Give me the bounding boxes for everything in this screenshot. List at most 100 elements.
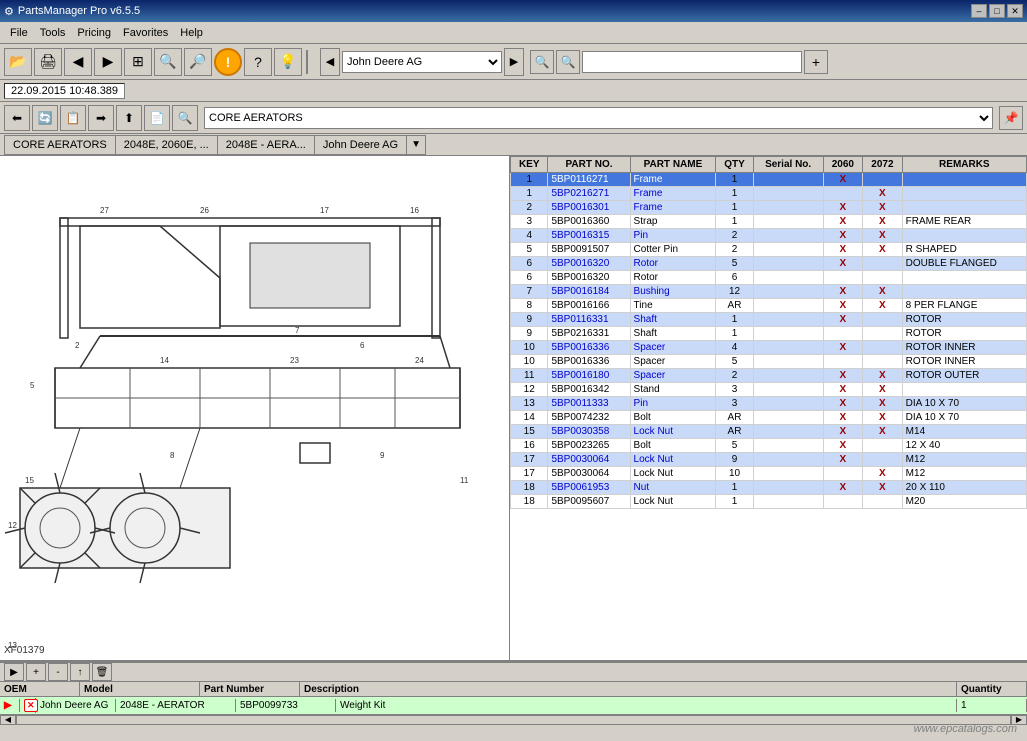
table-cell: 5BP0016342 [548,383,630,397]
table-cell [753,355,823,369]
search-btn-1[interactable]: 🔍 [530,50,554,74]
table-row[interactable]: 115BP0016180Spacer2XXROTOR OUTER [511,369,1027,383]
menu-tools[interactable]: Tools [34,25,72,41]
tb2-btn-4[interactable]: ➡ [88,105,114,131]
table-cell: Shaft [630,313,716,327]
toolbar-btn-zoom[interactable]: 🔍 [154,48,182,76]
tb2-btn-5[interactable]: ⬆ [116,105,142,131]
close-button[interactable]: ✕ [1007,4,1023,18]
toolbar-btn-print[interactable]: 🖨 [34,48,62,76]
add-button[interactable]: + [804,50,828,74]
toolbar-btn-back[interactable]: ◀ [64,48,92,76]
table-row[interactable]: 175BP0030064Lock Nut10XM12 [511,467,1027,481]
table-row[interactable]: 185BP0095607Lock Nut1M20 [511,495,1027,509]
table-row[interactable]: 15BP0116271Frame1X [511,173,1027,187]
tb2-btn-7[interactable]: 🔍 [172,105,198,131]
svg-text:6: 6 [360,341,365,350]
table-row[interactable]: 165BP0023265Bolt5X12 X 40 [511,439,1027,453]
toolbar-btn-light[interactable]: 💡 [274,48,302,76]
table-cell: Stand [630,383,716,397]
toolbar-btn-zoom2[interactable]: 🔎 [184,48,212,76]
col-partname: PART NAME [630,157,716,173]
tb2-btn-6[interactable]: 📄 [144,105,170,131]
table-row[interactable]: 105BP0016336Spacer5ROTOR INNER [511,355,1027,369]
menu-favorites[interactable]: Favorites [117,25,174,41]
table-row[interactable]: 15BP0216271Frame1X [511,187,1027,201]
table-cell: X [823,383,863,397]
table-cell: AR [716,411,753,425]
dealer-prev-button[interactable]: ◀ [320,48,340,76]
maximize-button[interactable]: □ [989,4,1005,18]
table-cell: 5BP0016166 [548,299,630,313]
tb2-btn-3[interactable]: 📋 [60,105,86,131]
bottom-col-partnum: Part Number [200,682,300,696]
dealer-next-button[interactable]: ▶ [504,48,524,76]
table-row[interactable]: 75BP0016184Bushing12XX [511,285,1027,299]
table-cell: Rotor [630,271,716,285]
bottom-btn-3[interactable]: - [48,663,68,681]
table-cell: 20 X 110 [902,481,1026,495]
table-cell: 5BP0091507 [548,243,630,257]
table-row[interactable]: 145BP0074232BoltARXXDIA 10 X 70 [511,411,1027,425]
table-row[interactable]: 175BP0030064Lock Nut9XM12 [511,453,1027,467]
bottom-data-row[interactable]: ▶ ✕ John Deere AG 2048E - AERATOR 5BP009… [0,697,1027,713]
table-row[interactable]: 65BP0016320Rotor5XDOUBLE FLANGED [511,257,1027,271]
table-cell [753,187,823,201]
tb2-btn-1[interactable]: ⬅ [4,105,30,131]
minimize-button[interactable]: – [971,4,987,18]
bottom-scrollbar[interactable]: ◀ ▶ [0,714,1027,725]
table-row[interactable]: 45BP0016315Pin2XX [511,229,1027,243]
table-cell [753,341,823,355]
menu-bar: File Tools Pricing Favorites Help [0,22,1027,44]
table-cell: M20 [902,495,1026,509]
table-cell: 2 [716,243,753,257]
svg-text:14: 14 [160,356,169,365]
table-row[interactable]: 95BP0116331Shaft1XROTOR [511,313,1027,327]
parts-table-wrapper[interactable]: KEY PART NO. PART NAME QTY Serial No. 20… [510,156,1027,660]
bottom-btn-5[interactable]: 🗑 [92,663,112,681]
table-cell: 2 [716,229,753,243]
table-cell: 17 [511,467,548,481]
table-row[interactable]: 135BP0011333Pin3XXDIA 10 X 70 [511,397,1027,411]
dealer-select[interactable]: John Deere AG [342,51,502,73]
table-cell [753,327,823,341]
breadcrumb-dropdown[interactable]: ▼ [406,135,426,155]
menu-help[interactable]: Help [174,25,209,41]
main-content: 10 21 22 23 25 27 26 17 16 14 23 24 15 1… [0,156,1027,661]
tb2-btn-2[interactable]: 🔄 [32,105,58,131]
toolbar-btn-info[interactable]: ? [244,48,272,76]
table-row[interactable]: 55BP0091507Cotter Pin2XXR SHAPED [511,243,1027,257]
bottom-btn-2[interactable]: + [26,663,46,681]
warning-button[interactable]: ! [214,48,242,76]
search-btn-2[interactable]: 🔍 [556,50,580,74]
table-cell: Shaft [630,327,716,341]
table-row[interactable]: 105BP0016336Spacer4XROTOR INNER [511,341,1027,355]
menu-pricing[interactable]: Pricing [71,25,117,41]
breadcrumb-item-4[interactable]: John Deere AG [314,135,406,155]
table-row[interactable]: 155BP0030358Lock NutARXXM14 [511,425,1027,439]
table-cell: 1 [511,187,548,201]
breadcrumb-item-2[interactable]: 2048E, 2060E, ... [115,135,217,155]
table-row[interactable]: 25BP0016301Frame1XX [511,201,1027,215]
pin-button[interactable]: 📌 [999,106,1023,130]
search-input[interactable] [582,51,802,73]
toolbar-btn-forward[interactable]: ▶ [94,48,122,76]
table-row[interactable]: 125BP0016342Stand3XX [511,383,1027,397]
table-row[interactable]: 65BP0016320Rotor6 [511,271,1027,285]
table-row[interactable]: 35BP0016360Strap1XXFRAME REAR [511,215,1027,229]
toolbar-btn-home[interactable]: ⊞ [124,48,152,76]
breadcrumb-item-1[interactable]: CORE AERATORS [4,135,115,155]
scroll-left-btn[interactable]: ◀ [0,715,16,725]
table-cell: 9 [511,327,548,341]
catalog-select[interactable]: CORE AERATORS [204,107,993,129]
breadcrumb-item-3[interactable]: 2048E - AERA... [217,135,314,155]
toolbar-btn-1[interactable]: 📂 [4,48,32,76]
bottom-btn-4[interactable]: ↑ [70,663,90,681]
table-row[interactable]: 85BP0016166TineARXX8 PER FLANGE [511,299,1027,313]
table-row[interactable]: 185BP0061953Nut1XX20 X 110 [511,481,1027,495]
menu-file[interactable]: File [4,25,34,41]
bottom-btn-1[interactable]: ▶ [4,663,24,681]
table-cell [753,201,823,215]
table-row[interactable]: 95BP0216331Shaft1ROTOR [511,327,1027,341]
table-cell [863,453,903,467]
